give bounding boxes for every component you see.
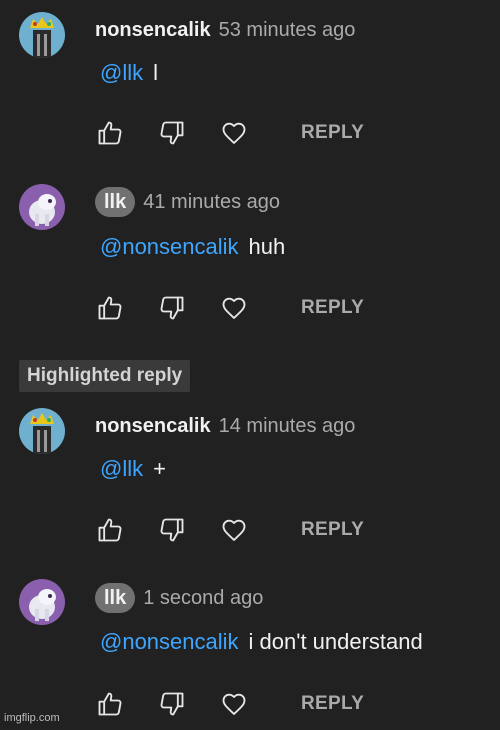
timestamp[interactable]: 41 minutes ago (143, 191, 280, 214)
mention-link[interactable]: @nonsencalik (100, 629, 239, 654)
reply-button[interactable]: REPLY (301, 689, 364, 719)
timestamp[interactable]: 1 second ago (143, 587, 263, 610)
comment-text: + (153, 456, 166, 481)
yellow-crown-avatar-icon (19, 408, 65, 454)
reply-button[interactable]: REPLY (301, 293, 364, 323)
avatar[interactable] (19, 579, 65, 625)
author-name[interactable]: nonsencalik (95, 415, 211, 438)
avatar[interactable] (19, 184, 65, 230)
mention-link[interactable]: @llk (100, 456, 143, 481)
comment-body: @nonsencalik huh (100, 232, 285, 262)
comment-text: i don't understand (248, 629, 423, 654)
dislike-icon[interactable] (157, 689, 187, 719)
dislike-icon[interactable] (157, 118, 187, 148)
author-name[interactable]: llk (95, 583, 136, 613)
author-name[interactable]: nonsencalik (95, 19, 211, 42)
mention-link[interactable]: @llk (100, 60, 143, 85)
reply-button[interactable]: REPLY (301, 118, 364, 148)
comment-body: @nonsencalik i don't understand (100, 627, 423, 657)
author-name[interactable]: llk (95, 187, 136, 217)
comment-actions: REPLY (95, 293, 395, 325)
comment-meta: nonsencalik 14 minutes ago (95, 410, 355, 442)
like-icon[interactable] (95, 515, 125, 545)
avatar[interactable] (19, 408, 65, 454)
comment-actions: REPLY (95, 515, 395, 547)
dislike-icon[interactable] (157, 515, 187, 545)
heart-icon[interactable] (219, 689, 249, 719)
heart-icon[interactable] (219, 293, 249, 323)
like-icon[interactable] (95, 689, 125, 719)
comment-meta: llk 41 minutes ago (95, 186, 280, 218)
dislike-icon[interactable] (157, 293, 187, 323)
comment-text: huh (248, 234, 286, 259)
comment-text: l (153, 60, 158, 85)
watermark: imgflip.com (4, 712, 60, 724)
like-icon[interactable] (95, 118, 125, 148)
comment-actions: REPLY (95, 689, 395, 721)
purple-creature-avatar-icon (19, 184, 65, 230)
purple-creature-avatar-icon (19, 579, 65, 625)
timestamp[interactable]: 14 minutes ago (219, 415, 356, 438)
avatar[interactable] (19, 12, 65, 58)
heart-icon[interactable] (219, 118, 249, 148)
comment-actions: REPLY (95, 118, 395, 150)
heart-icon[interactable] (219, 515, 249, 545)
like-icon[interactable] (95, 293, 125, 323)
comment-meta: nonsencalik 53 minutes ago (95, 14, 355, 46)
highlighted-reply-badge: Highlighted reply (19, 360, 191, 392)
timestamp[interactable]: 53 minutes ago (219, 19, 356, 42)
yellow-crown-avatar-icon (19, 12, 65, 58)
comment-body: @llk l (100, 58, 158, 88)
comment-body: @llk + (100, 454, 166, 484)
mention-link[interactable]: @nonsencalik (100, 234, 239, 259)
reply-button[interactable]: REPLY (301, 515, 364, 545)
comment-meta: llk 1 second ago (95, 582, 263, 614)
